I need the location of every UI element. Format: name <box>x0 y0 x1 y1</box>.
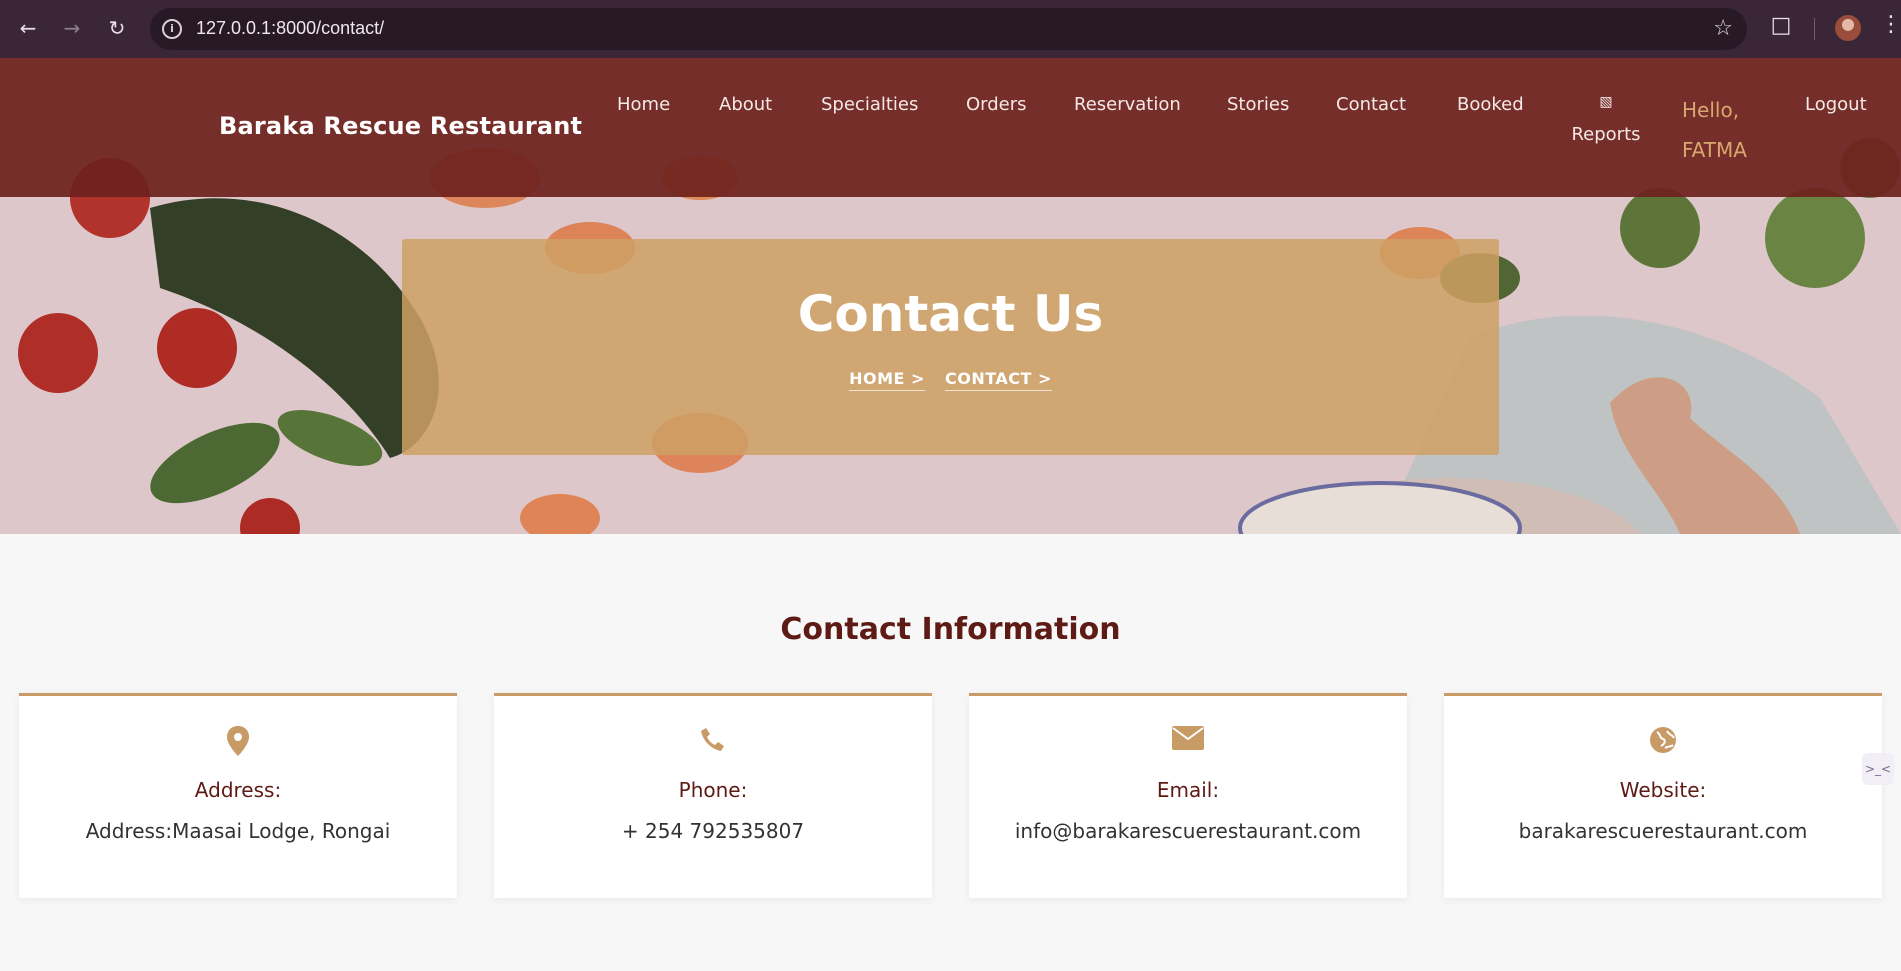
brand-logo-text[interactable]: Baraka Rescue Restaurant <box>219 112 582 140</box>
greeting-text: Hello, <box>1682 98 1740 122</box>
bar-chart-icon: ▧ <box>1599 94 1613 110</box>
extensions-icon[interactable]: □ <box>1767 13 1795 41</box>
contact-card-label: Website: <box>1619 778 1707 802</box>
nav-booked[interactable]: Booked <box>1457 94 1524 115</box>
bookmark-star-icon[interactable]: ☆ <box>1713 16 1733 41</box>
contact-section-title: Contact Information <box>780 612 1121 647</box>
site-navbar: Baraka Rescue Restaurant Home About Spec… <box>0 58 1901 197</box>
nav-specialties[interactable]: Specialties <box>821 94 918 115</box>
contact-card-address: Address: Address:Maasai Lodge, Rongai <box>19 693 457 898</box>
menu-icon[interactable]: ⋮ <box>1880 12 1901 37</box>
browser-toolbar: ← → ↻ i 127.0.0.1:8000/contact/ ☆ □ ⋮ <box>0 0 1901 58</box>
globe-icon <box>1444 726 1882 760</box>
toolbar-divider <box>1814 18 1815 40</box>
contact-card-value: Address:Maasai Lodge, Rongai <box>85 819 391 843</box>
contact-card-website: Website: barakarescuerestaurant.com <box>1444 693 1882 898</box>
user-name: FATMA <box>1682 138 1747 162</box>
address-bar[interactable]: i 127.0.0.1:8000/contact/ ☆ <box>150 8 1747 50</box>
site-info-icon[interactable]: i <box>162 19 182 39</box>
nav-stories[interactable]: Stories <box>1227 94 1289 115</box>
page-title: Contact Us <box>797 285 1104 343</box>
profile-avatar[interactable] <box>1835 15 1861 41</box>
contact-card-label: Phone: <box>678 778 748 802</box>
forward-icon[interactable]: → <box>58 14 86 42</box>
reload-icon[interactable]: ↻ <box>103 14 131 42</box>
breadcrumb-home[interactable]: HOME > <box>849 369 925 391</box>
contact-card-value[interactable]: barakarescuerestaurant.com <box>1444 819 1882 843</box>
phone-icon <box>494 726 932 760</box>
envelope-icon <box>969 726 1407 760</box>
contact-card-label: Address: <box>194 778 282 802</box>
contact-card-label: Email: <box>1156 778 1220 802</box>
nav-about[interactable]: About <box>719 94 772 115</box>
back-icon[interactable]: ← <box>14 14 42 42</box>
nav-logout[interactable]: Logout <box>1805 94 1867 115</box>
map-pin-icon <box>19 726 457 760</box>
user-greeting: Hello, FATMA <box>1682 90 1747 170</box>
breadcrumb-contact[interactable]: CONTACT > <box>944 369 1052 391</box>
contact-card-value[interactable]: info@barakarescuerestaurant.com <box>969 819 1407 843</box>
nav-home[interactable]: Home <box>617 94 670 115</box>
nav-reports[interactable]: ▧ Reports <box>1571 94 1641 145</box>
contact-card-email: Email: info@barakarescuerestaurant.com <box>969 693 1407 898</box>
floating-widget-icon[interactable]: >_< <box>1862 753 1894 785</box>
hero-overlay-box: Contact Us HOME > CONTACT > <box>402 239 1499 455</box>
nav-reservation[interactable]: Reservation <box>1074 94 1181 115</box>
nav-reports-label: Reports <box>1571 124 1641 145</box>
nav-contact[interactable]: Contact <box>1336 94 1406 115</box>
breadcrumb: HOME > CONTACT > <box>402 369 1499 391</box>
nav-orders[interactable]: Orders <box>966 94 1027 115</box>
contact-card-phone: Phone: + 254 792535807 <box>494 693 932 898</box>
url-text[interactable]: 127.0.0.1:8000/contact/ <box>196 18 384 39</box>
contact-card-value[interactable]: + 254 792535807 <box>494 819 932 843</box>
